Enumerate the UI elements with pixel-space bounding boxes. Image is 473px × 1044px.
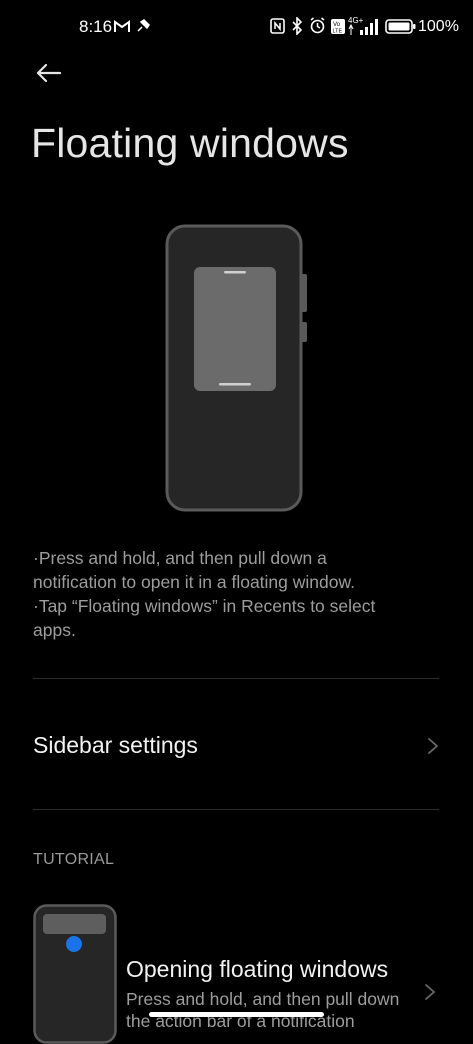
home-indicator[interactable]	[149, 1012, 324, 1017]
chevron-right-icon	[428, 738, 438, 754]
divider	[33, 678, 439, 679]
volte-icon: Vo LTE	[331, 19, 345, 34]
description-line: apps.	[33, 620, 76, 640]
description-line: ·Tap “Floating windows” in Recents to se…	[33, 596, 376, 616]
tutorial-thumbnail	[33, 904, 117, 1044]
status-time: 8:16	[79, 17, 113, 36]
divider	[33, 809, 439, 810]
svg-text:LTE: LTE	[333, 29, 343, 35]
section-header-tutorial: TUTORIAL	[33, 851, 115, 868]
tutorial-description-line: Press and hold, and then pull down	[126, 989, 400, 1009]
tutorial-title: Opening floating windows	[126, 956, 389, 982]
battery-percent: 100%	[418, 18, 459, 35]
status-bar: 8:16 Vo LTE 4G+ 100%	[0, 0, 473, 56]
feature-description: ·Press and hold, and then pull down a no…	[33, 546, 443, 642]
alarm-icon	[310, 17, 325, 34]
pin-icon	[137, 19, 150, 32]
chevron-right-icon	[425, 984, 435, 1000]
back-button[interactable]	[28, 56, 68, 90]
sidebar-settings-label: Sidebar settings	[33, 732, 198, 758]
gmail-icon	[114, 20, 130, 32]
bluetooth-icon	[292, 17, 303, 35]
phone-illustration	[165, 224, 307, 512]
battery-icon	[385, 19, 416, 34]
nfc-icon	[270, 18, 285, 34]
page-title: Floating windows	[31, 120, 349, 166]
description-line: ·Press and hold, and then pull down a	[33, 548, 327, 568]
svg-text:Vo: Vo	[333, 22, 341, 28]
tutorial-item[interactable]: Opening floating windows Press and hold,…	[0, 900, 473, 1044]
arrow-left-icon	[36, 63, 61, 83]
description-line: notification to open it in a floating wi…	[33, 572, 356, 592]
signal-4g-icon	[348, 19, 378, 35]
tutorial-description: Press and hold, and then pull down the a…	[126, 988, 426, 1032]
sidebar-settings-row[interactable]: Sidebar settings	[0, 680, 473, 810]
